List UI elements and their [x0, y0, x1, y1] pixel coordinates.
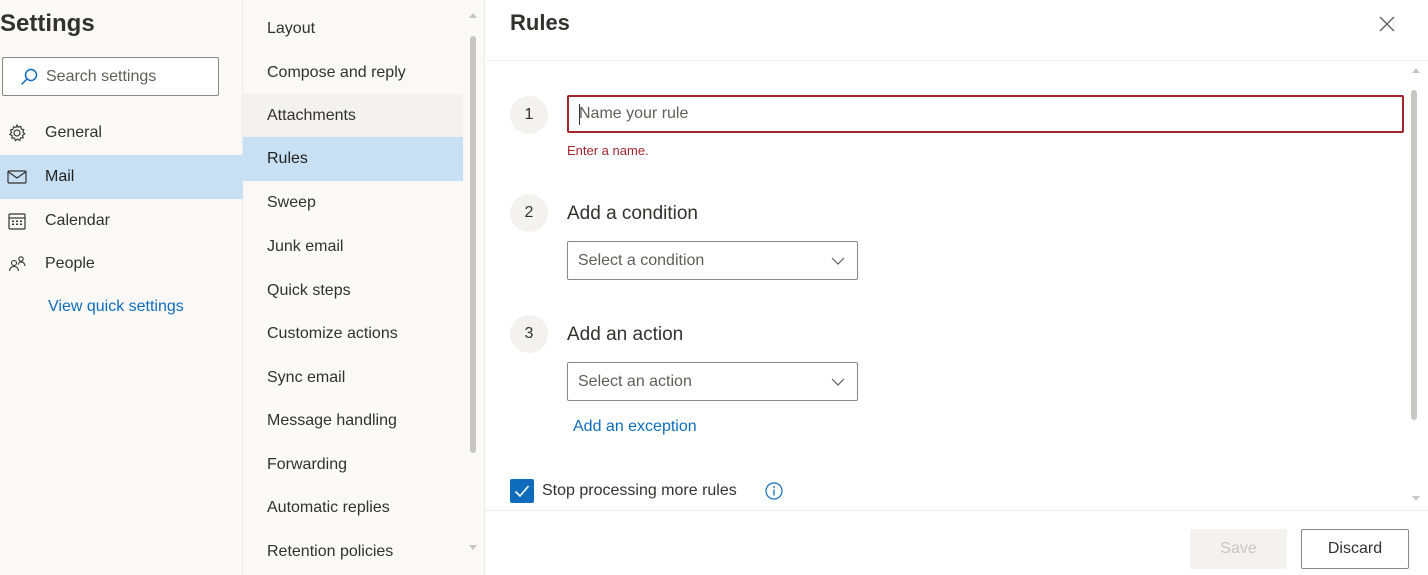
footer-divider: [485, 510, 1428, 511]
search-settings-input[interactable]: [46, 67, 206, 86]
add-exception-link[interactable]: Add an exception: [573, 418, 697, 436]
chevron-down-icon: [831, 257, 845, 265]
mail-categories-pane: Layout Compose and reply Attachments Rul…: [243, 0, 485, 575]
category-customize-actions[interactable]: Customize actions: [243, 312, 463, 356]
action-dropdown[interactable]: Select an action: [567, 362, 858, 401]
view-quick-settings-link[interactable]: View quick settings: [48, 298, 184, 316]
nav-item-label: Calendar: [45, 212, 110, 229]
category-attachments[interactable]: Attachments: [243, 94, 463, 138]
step-3-badge: 3: [510, 315, 548, 353]
nav-item-label: People: [45, 255, 95, 272]
close-icon: [1379, 16, 1395, 32]
info-icon[interactable]: [764, 481, 784, 501]
add-condition-label: Add a condition: [567, 203, 698, 224]
condition-dropdown-placeholder: Select a condition: [578, 251, 705, 269]
categories-scrollbar-thumb[interactable]: [470, 36, 476, 453]
condition-dropdown[interactable]: Select a condition: [567, 241, 858, 280]
category-message-handling[interactable]: Message handling: [243, 399, 463, 443]
add-action-label: Add an action: [567, 324, 684, 345]
action-dropdown-placeholder: Select an action: [578, 372, 692, 390]
category-quick-steps[interactable]: Quick steps: [243, 269, 463, 313]
chevron-down-icon: [831, 378, 845, 386]
rule-name-error: Enter a name.: [567, 143, 649, 158]
calendar-icon: [6, 210, 28, 232]
rules-scroll-down-icon[interactable]: [1412, 496, 1420, 501]
category-layout[interactable]: Layout: [243, 7, 463, 51]
nav-item-mail[interactable]: Mail: [0, 155, 243, 199]
checkmark-icon: [514, 485, 530, 498]
search-settings-box[interactable]: [2, 57, 219, 96]
settings-nav-pane: Settings General Mail: [0, 0, 243, 575]
category-forwarding[interactable]: Forwarding: [243, 443, 463, 487]
mail-icon: [6, 166, 28, 188]
nav-item-label: Mail: [45, 168, 75, 185]
nav-item-label: General: [45, 124, 102, 141]
step-1-badge: 1: [510, 96, 548, 134]
text-caret: [579, 104, 580, 125]
settings-title: Settings: [0, 10, 95, 37]
stop-processing-checkbox[interactable]: [510, 479, 534, 503]
nav-item-general[interactable]: General: [0, 111, 243, 155]
rules-scrollbar-thumb[interactable]: [1411, 90, 1417, 420]
categories-scroll-down-icon[interactable]: [469, 545, 477, 550]
close-button[interactable]: [1375, 12, 1399, 36]
category-sweep[interactable]: Sweep: [243, 181, 463, 225]
category-junk-email[interactable]: Junk email: [243, 225, 463, 269]
header-divider: [485, 60, 1428, 61]
nav-item-people[interactable]: People: [0, 242, 243, 286]
step-2-badge: 2: [510, 194, 548, 232]
rules-title: Rules: [510, 10, 570, 35]
search-icon: [20, 68, 38, 85]
stop-processing-label: Stop processing more rules: [542, 482, 737, 499]
category-sync-email[interactable]: Sync email: [243, 356, 463, 400]
category-rules[interactable]: Rules: [243, 137, 463, 181]
rules-panel: Rules 1 Enter a name. 2 Add a condition …: [485, 0, 1428, 575]
save-button[interactable]: Save: [1190, 529, 1287, 569]
rules-scroll-up-icon[interactable]: [1412, 68, 1420, 73]
categories-scroll-up-icon[interactable]: [469, 13, 477, 18]
category-compose-and-reply[interactable]: Compose and reply: [243, 51, 463, 95]
category-automatic-replies[interactable]: Automatic replies: [243, 486, 463, 530]
nav-item-calendar[interactable]: Calendar: [0, 199, 243, 243]
discard-button[interactable]: Discard: [1301, 529, 1409, 569]
gear-icon: [6, 122, 28, 144]
rule-name-input[interactable]: [567, 95, 1404, 133]
category-retention-policies[interactable]: Retention policies: [243, 530, 463, 574]
people-icon: [6, 253, 28, 275]
